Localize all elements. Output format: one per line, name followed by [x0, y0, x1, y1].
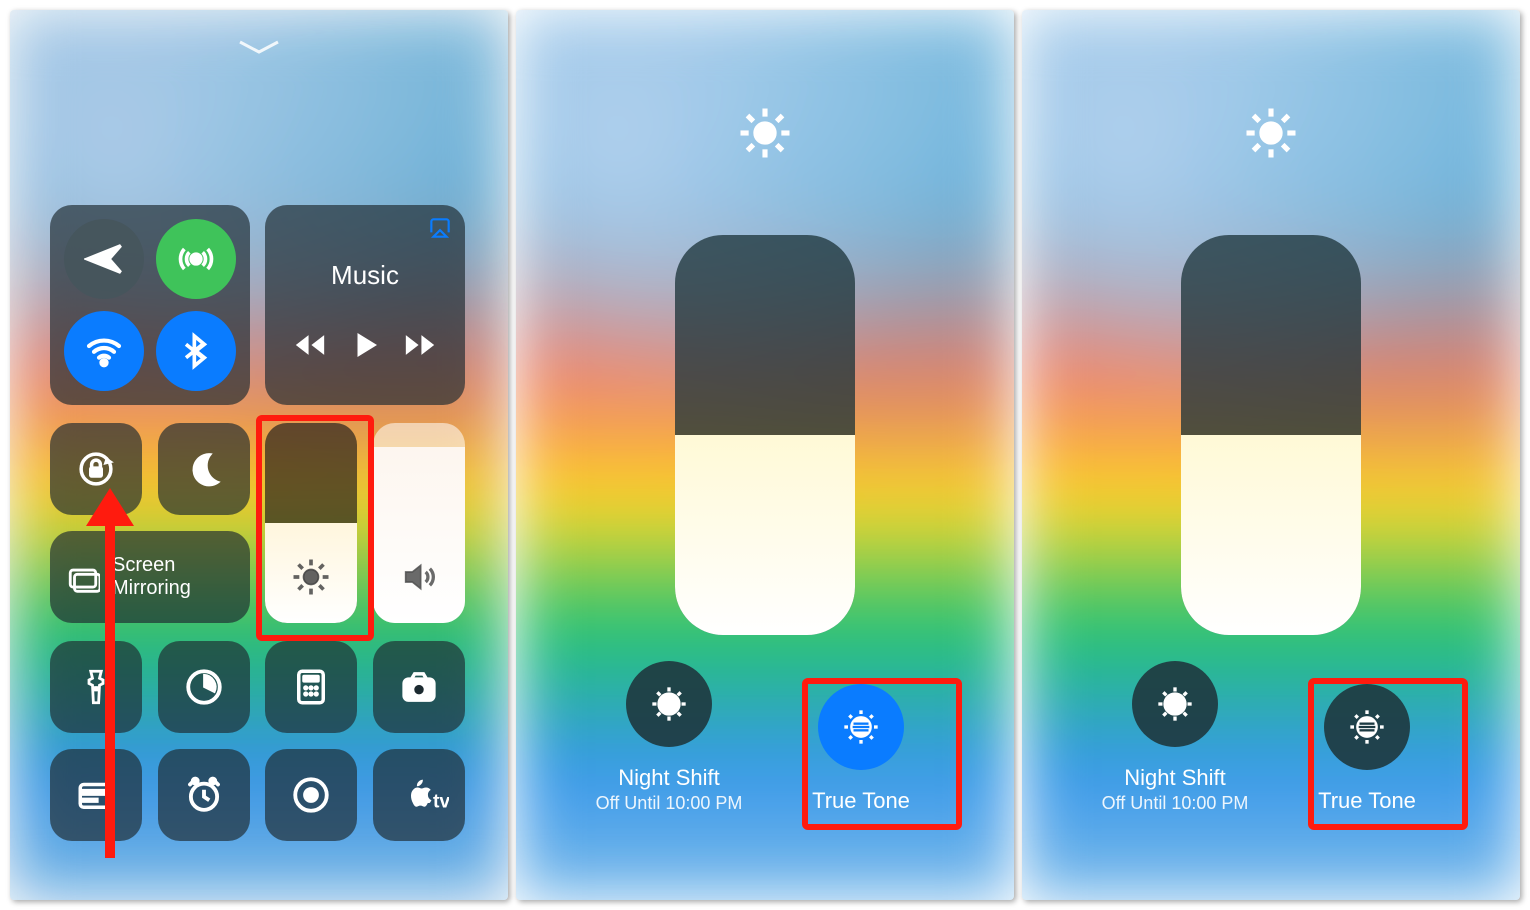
- night-shift-label: Night Shift: [584, 765, 754, 791]
- screen-mirroring-icon: [66, 563, 100, 591]
- rewind-button[interactable]: [292, 327, 328, 363]
- night-shift-icon: [1155, 684, 1195, 724]
- camera-button[interactable]: [373, 641, 465, 733]
- cellular-toggle[interactable]: [156, 219, 236, 299]
- timer-button[interactable]: [158, 641, 250, 733]
- record-icon: [290, 774, 332, 816]
- bluetooth-toggle[interactable]: [156, 311, 236, 391]
- screen-record-button[interactable]: [265, 749, 357, 841]
- brightness-header-icon: [737, 105, 793, 161]
- flashlight-button[interactable]: [50, 641, 142, 733]
- apple-tv-button[interactable]: tv: [373, 749, 465, 841]
- night-shift-sub: Off Until 10:00 PM: [1090, 793, 1260, 814]
- calculator-button[interactable]: [265, 641, 357, 733]
- night-shift-icon: [649, 684, 689, 724]
- connectivity-group[interactable]: [50, 205, 250, 405]
- brightness-expanded-panel: Night Shift Off Until 10:00 PM True Tone: [516, 10, 1014, 900]
- night-shift-button[interactable]: Night Shift Off Until 10:00 PM: [584, 661, 754, 814]
- wifi-toggle[interactable]: [64, 311, 144, 391]
- forward-button[interactable]: [402, 327, 438, 363]
- night-shift-label: Night Shift: [1090, 765, 1260, 791]
- volume-icon: [399, 557, 439, 597]
- night-shift-button[interactable]: Night Shift Off Until 10:00 PM: [1090, 661, 1260, 814]
- annotation-highlight-truetone: [1308, 678, 1468, 830]
- airplay-icon[interactable]: [427, 215, 453, 237]
- media-title: Music: [265, 260, 465, 291]
- alarm-button[interactable]: [158, 749, 250, 841]
- brightness-expanded-panel: Night Shift Off Until 10:00 PM True Tone: [1022, 10, 1520, 900]
- brightness-slider[interactable]: [1181, 235, 1361, 635]
- screen-mirroring-button[interactable]: Screen Mirroring: [50, 531, 250, 623]
- moon-icon: [183, 448, 225, 490]
- do-not-disturb-toggle[interactable]: [158, 423, 250, 515]
- airplane-mode-toggle[interactable]: [64, 219, 144, 299]
- alarm-icon: [183, 774, 225, 816]
- night-shift-sub: Off Until 10:00 PM: [584, 793, 754, 814]
- screen-mirroring-label: Screen Mirroring: [112, 554, 191, 600]
- annotation-arrow: [98, 488, 122, 858]
- dismiss-chevron-icon[interactable]: [236, 38, 282, 61]
- svg-text:tv: tv: [433, 791, 449, 812]
- calculator-icon: [290, 666, 332, 708]
- annotation-highlight-brightness: [256, 415, 374, 641]
- apple-tv-icon: tv: [389, 774, 449, 816]
- airplane-icon: [84, 239, 124, 279]
- wallet-button[interactable]: [50, 749, 142, 841]
- volume-slider[interactable]: [373, 423, 465, 623]
- wifi-icon: [84, 331, 124, 371]
- brightness-header-icon: [1243, 105, 1299, 161]
- bluetooth-icon: [176, 331, 216, 371]
- lock-rotation-icon: [75, 448, 117, 490]
- cellular-icon: [176, 239, 216, 279]
- camera-icon: [398, 666, 440, 708]
- brightness-slider[interactable]: [675, 235, 855, 635]
- play-button[interactable]: [347, 327, 383, 363]
- media-controls[interactable]: Music: [265, 205, 465, 405]
- timer-icon: [183, 666, 225, 708]
- control-center-panel: Music Screen Mirroring: [10, 10, 508, 900]
- annotation-highlight-truetone: [802, 678, 962, 830]
